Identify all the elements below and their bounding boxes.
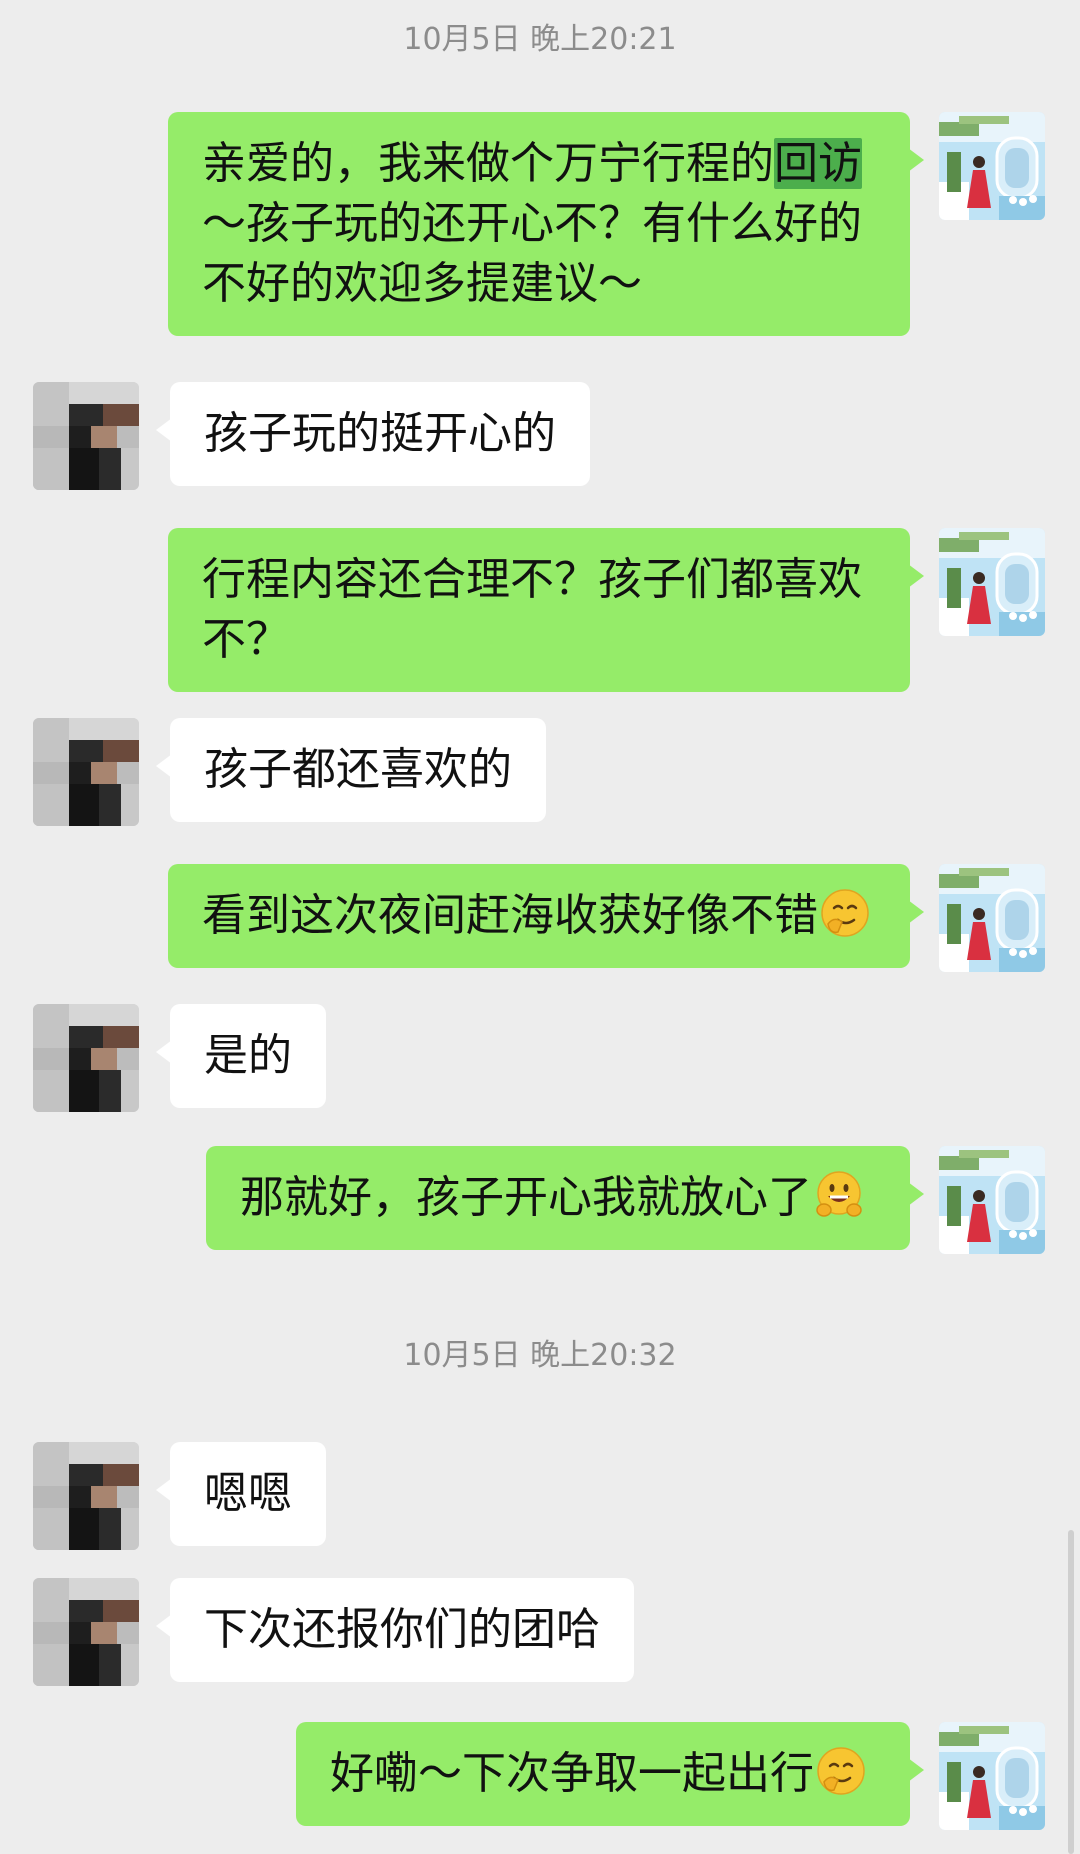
incoming-message-bubble[interactable]: 嗯嗯	[156, 1442, 326, 1546]
message-text: ～孩子玩的还开心不？有什么好的 不好的欢迎多提建议～	[202, 198, 862, 309]
contact-avatar[interactable]	[33, 1442, 139, 1550]
message-text: 下次还报你们的团哈	[204, 1604, 600, 1655]
outgoing-message-bubble[interactable]: 那就好，孩子开心我就放心了	[206, 1146, 924, 1250]
message-text: 那就好，孩子开心我就放心了	[240, 1172, 812, 1223]
my-avatar[interactable]	[939, 112, 1045, 220]
message-text: 亲爱的，我来做个万宁行程的	[202, 138, 774, 189]
timestamp: 10月5日 晚上20:21	[403, 22, 677, 57]
contact-avatar[interactable]	[33, 382, 139, 490]
my-avatar[interactable]	[939, 1722, 1045, 1830]
chat-window: 10月5日 晚上20:21 亲爱的，我来做个万宁行程的回访 ～孩子玩的还开心不？…	[0, 0, 1080, 1854]
outgoing-message-bubble[interactable]: 亲爱的，我来做个万宁行程的回访 ～孩子玩的还开心不？有什么好的 不好的欢迎多提建…	[168, 112, 924, 336]
contact-avatar[interactable]	[33, 1004, 139, 1112]
my-avatar[interactable]	[939, 864, 1045, 972]
message-text: 嗯嗯	[204, 1468, 292, 1519]
highlighted-text[interactable]: 回访	[774, 138, 862, 189]
outgoing-message-bubble[interactable]: 好嘞～下次争取一起出行	[296, 1722, 924, 1826]
message-text: 孩子都还喜欢的	[204, 744, 512, 795]
message-text: 孩子玩的挺开心的	[204, 408, 556, 459]
shy-smile-emoji-icon	[816, 1746, 866, 1796]
scrollbar[interactable]	[1068, 1530, 1074, 1854]
contact-avatar[interactable]	[33, 718, 139, 826]
timestamp: 10月5日 晚上20:32	[403, 1338, 677, 1373]
outgoing-message-bubble[interactable]: 行程内容还合理不？孩子们都喜欢 不？	[168, 528, 924, 692]
message-text: 好嘞～下次争取一起出行	[330, 1748, 814, 1799]
message-text: 是的	[204, 1030, 292, 1081]
my-avatar[interactable]	[939, 1146, 1045, 1254]
incoming-message-bubble[interactable]: 是的	[156, 1004, 326, 1108]
incoming-message-bubble[interactable]: 孩子都还喜欢的	[156, 718, 546, 822]
grin-hands-emoji-icon	[814, 1170, 864, 1220]
contact-avatar[interactable]	[33, 1578, 139, 1686]
my-avatar[interactable]	[939, 528, 1045, 636]
shy-smile-emoji-icon	[820, 888, 870, 938]
outgoing-message-bubble[interactable]: 看到这次夜间赶海收获好像不错	[168, 864, 924, 968]
message-text: 行程内容还合理不？孩子们都喜欢 不？	[202, 554, 862, 665]
incoming-message-bubble[interactable]: 下次还报你们的团哈	[156, 1578, 634, 1682]
message-text: 看到这次夜间赶海收获好像不错	[202, 890, 818, 941]
incoming-message-bubble[interactable]: 孩子玩的挺开心的	[156, 382, 590, 486]
